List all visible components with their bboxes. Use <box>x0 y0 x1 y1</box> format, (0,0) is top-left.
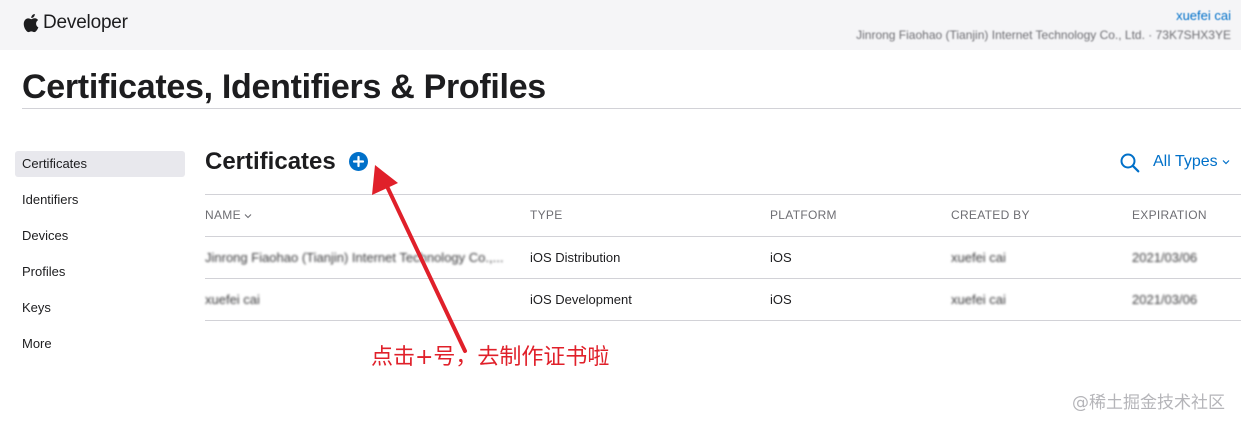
sidebar: Certificates Identifiers Devices Profile… <box>15 151 185 367</box>
sidebar-item-more[interactable]: More <box>15 331 185 357</box>
developer-home-link[interactable]: Developer <box>22 12 128 34</box>
table-row[interactable]: Jinrong Fiaohao (Tianjin) Internet Techn… <box>205 237 1241 278</box>
column-header-name-label: NAME <box>205 208 241 222</box>
section-title: Certificates <box>205 148 336 175</box>
table-header-row: NAME TYPE PLATFORM CREATED BY EXPIRATION <box>205 195 1241 236</box>
sidebar-item-devices[interactable]: Devices <box>15 223 185 249</box>
table-divider <box>205 320 1241 321</box>
table-row[interactable]: xuefei cai iOS Development iOS xuefei ca… <box>205 279 1241 320</box>
cell-expiration: 2021/03/06 <box>1132 250 1198 265</box>
add-certificate-button[interactable] <box>349 152 368 171</box>
cell-name: xuefei cai <box>205 292 260 307</box>
column-header-name[interactable]: NAME <box>205 195 523 236</box>
sidebar-item-certificates[interactable]: Certificates <box>15 151 185 177</box>
column-header-platform[interactable]: PLATFORM <box>770 195 940 236</box>
global-nav: Developer xuefei cai Jinrong Fiaohao (Ti… <box>0 0 1241 50</box>
search-button[interactable] <box>1119 152 1141 174</box>
column-header-created-by[interactable]: CREATED BY <box>951 195 1121 236</box>
annotation-text: 点击+号，去制作证书啦 <box>371 345 610 370</box>
sidebar-item-keys[interactable]: Keys <box>15 295 185 321</box>
cell-type: iOS Development <box>530 292 632 307</box>
team-info: Jinrong Fiaohao (Tianjin) Internet Techn… <box>856 28 1231 42</box>
cell-created-by: xuefei cai <box>951 292 1006 307</box>
sidebar-item-identifiers[interactable]: Identifiers <box>15 187 185 213</box>
cell-created-by: xuefei cai <box>951 250 1006 265</box>
account-menu[interactable]: xuefei cai <box>1176 8 1231 23</box>
apple-logo-icon <box>23 14 39 33</box>
cell-type: iOS Distribution <box>530 250 621 265</box>
column-header-expiration[interactable]: EXPIRATION <box>1132 195 1241 236</box>
title-divider <box>22 108 1241 109</box>
cell-expiration: 2021/03/06 <box>1132 292 1198 307</box>
chevron-down-icon <box>1222 160 1230 165</box>
page-title: Certificates, Identifiers & Profiles <box>22 68 546 106</box>
sidebar-item-profiles[interactable]: Profiles <box>15 259 185 285</box>
cell-name: Jinrong Fiaohao (Tianjin) Internet Techn… <box>205 250 504 265</box>
plus-circle-icon <box>352 155 365 168</box>
cell-platform: iOS <box>770 292 792 307</box>
sort-chevron-icon <box>244 213 252 219</box>
type-filter-select[interactable]: All Types <box>1153 153 1230 171</box>
certificates-table: NAME TYPE PLATFORM CREATED BY EXPIRATION… <box>205 194 1241 321</box>
filter-label: All Types <box>1153 153 1218 170</box>
search-icon <box>1120 153 1140 173</box>
watermark-text: @稀土掘金技术社区 <box>1072 393 1225 413</box>
brand-label: Developer <box>43 12 128 33</box>
column-header-type[interactable]: TYPE <box>530 195 760 236</box>
cell-platform: iOS <box>770 250 792 265</box>
